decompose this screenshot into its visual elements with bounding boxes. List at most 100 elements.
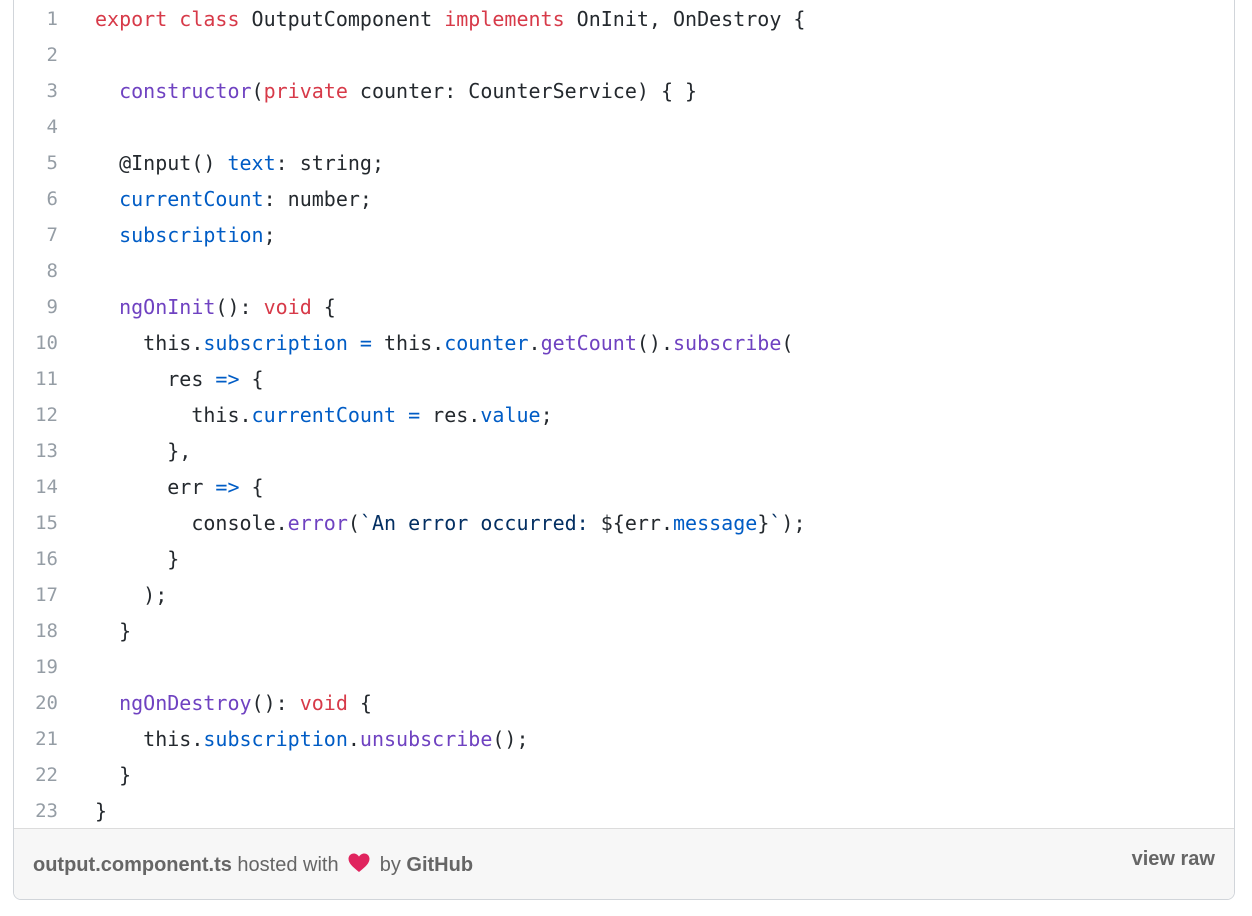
code-token: void: [263, 295, 312, 319]
line-code: this.subscription.unsubscribe();: [95, 721, 1224, 757]
code-token: console.: [95, 511, 288, 535]
line-number[interactable]: 5: [14, 145, 58, 181]
code-token: implements: [444, 7, 565, 31]
code-token: ngOnInit: [119, 295, 216, 319]
file-name-link[interactable]: output.component.ts: [33, 854, 232, 876]
code-token: (: [347, 511, 360, 535]
line-number[interactable]: 13: [14, 433, 58, 469]
code-line: 18 }: [14, 613, 1234, 649]
code-line: 2: [14, 37, 1234, 73]
line-number[interactable]: 10: [14, 325, 58, 361]
code-line: 15 console.error(`An error occurred: ${e…: [14, 505, 1234, 541]
code-token: subscription: [203, 331, 348, 355]
code-line: 9 ngOnInit(): void {: [14, 289, 1234, 325]
line-code: res => {: [95, 361, 1224, 397]
line-number[interactable]: 11: [14, 361, 58, 397]
code-token: (: [251, 79, 264, 103]
line-number[interactable]: 22: [14, 757, 58, 793]
code-token: counter: [444, 331, 529, 355]
code-token: res: [95, 367, 216, 391]
code-token: .: [528, 331, 541, 355]
code-token: }: [95, 547, 180, 571]
code-token: ():: [251, 691, 300, 715]
github-link[interactable]: GitHub: [406, 854, 473, 876]
code-token: },: [95, 439, 192, 463]
code-line: 11 res => {: [14, 361, 1234, 397]
line-number[interactable]: 8: [14, 253, 58, 289]
line-number[interactable]: 9: [14, 289, 58, 325]
code-token: =: [359, 331, 372, 355]
code-token: .: [347, 727, 360, 751]
code-token: this.: [371, 331, 445, 355]
code-token: this.: [95, 331, 204, 355]
code-line: 14 err => {: [14, 469, 1234, 505]
code-line: 19: [14, 649, 1234, 685]
code-token: getCount: [540, 331, 637, 355]
line-number[interactable]: 4: [14, 109, 58, 145]
heart-icon: [348, 853, 370, 879]
code-line: 12 this.currentCount = res.value;: [14, 397, 1234, 433]
code-token: }: [757, 511, 770, 535]
line-code: constructor(private counter: CounterServ…: [95, 73, 1224, 109]
code-line: 7 subscription;: [14, 217, 1234, 253]
line-number[interactable]: 14: [14, 469, 58, 505]
code-line: 8: [14, 253, 1234, 289]
line-number[interactable]: 18: [14, 613, 58, 649]
line-code: },: [95, 433, 1224, 469]
line-number[interactable]: 2: [14, 37, 58, 73]
code-token: message: [673, 511, 758, 535]
line-number[interactable]: 19: [14, 649, 58, 685]
code-token: {: [239, 367, 264, 391]
line-number[interactable]: 15: [14, 505, 58, 541]
code-line: 13 },: [14, 433, 1234, 469]
code-token: );: [781, 511, 806, 535]
code-token: currentCount: [251, 403, 397, 427]
code-token: ().: [636, 331, 674, 355]
code-viewer: 1 export class OutputComponent implements…: [14, 0, 1234, 829]
code-token: unsubscribe: [359, 727, 493, 751]
code-token: ${: [600, 511, 625, 535]
line-number[interactable]: 6: [14, 181, 58, 217]
code-token: text: [227, 151, 276, 175]
line-code: subscription;: [95, 217, 1224, 253]
view-raw-link[interactable]: view raw: [1132, 848, 1215, 871]
code-token: =>: [215, 367, 240, 391]
code-token: }: [95, 799, 108, 823]
code-token: =: [408, 403, 421, 427]
line-number[interactable]: 3: [14, 73, 58, 109]
code-token: private: [263, 79, 348, 103]
code-token: }: [95, 763, 132, 787]
line-code: @Input() text: string;: [95, 145, 1224, 181]
line-number[interactable]: 20: [14, 685, 58, 721]
line-number[interactable]: 23: [14, 793, 58, 829]
code-token: `: [769, 511, 782, 535]
code-token: err.: [624, 511, 674, 535]
line-code: }: [95, 757, 1224, 793]
code-line: 23}: [14, 793, 1234, 829]
line-number[interactable]: 1: [14, 1, 58, 37]
line-number[interactable]: 17: [14, 577, 58, 613]
code-token: {: [347, 691, 372, 715]
code-token: export class: [95, 7, 240, 31]
code-token: subscription: [119, 223, 264, 247]
line-number[interactable]: 12: [14, 397, 58, 433]
code-token: OnInit, OnDestroy {: [564, 7, 806, 31]
line-code: }: [95, 793, 1224, 829]
code-token: =>: [215, 475, 240, 499]
line-number[interactable]: 16: [14, 541, 58, 577]
line-number[interactable]: 21: [14, 721, 58, 757]
line-number[interactable]: 7: [14, 217, 58, 253]
code-token: }: [95, 619, 132, 643]
line-code: currentCount: number;: [95, 181, 1224, 217]
code-token: err: [95, 475, 216, 499]
code-token: subscription: [203, 727, 348, 751]
code-token: : number;: [263, 187, 372, 211]
code-token: ngOnDestroy: [119, 691, 252, 715]
line-code: );: [95, 577, 1224, 613]
line-code: err => {: [95, 469, 1224, 505]
line-code: console.error(`An error occurred: ${err.…: [95, 505, 1224, 541]
